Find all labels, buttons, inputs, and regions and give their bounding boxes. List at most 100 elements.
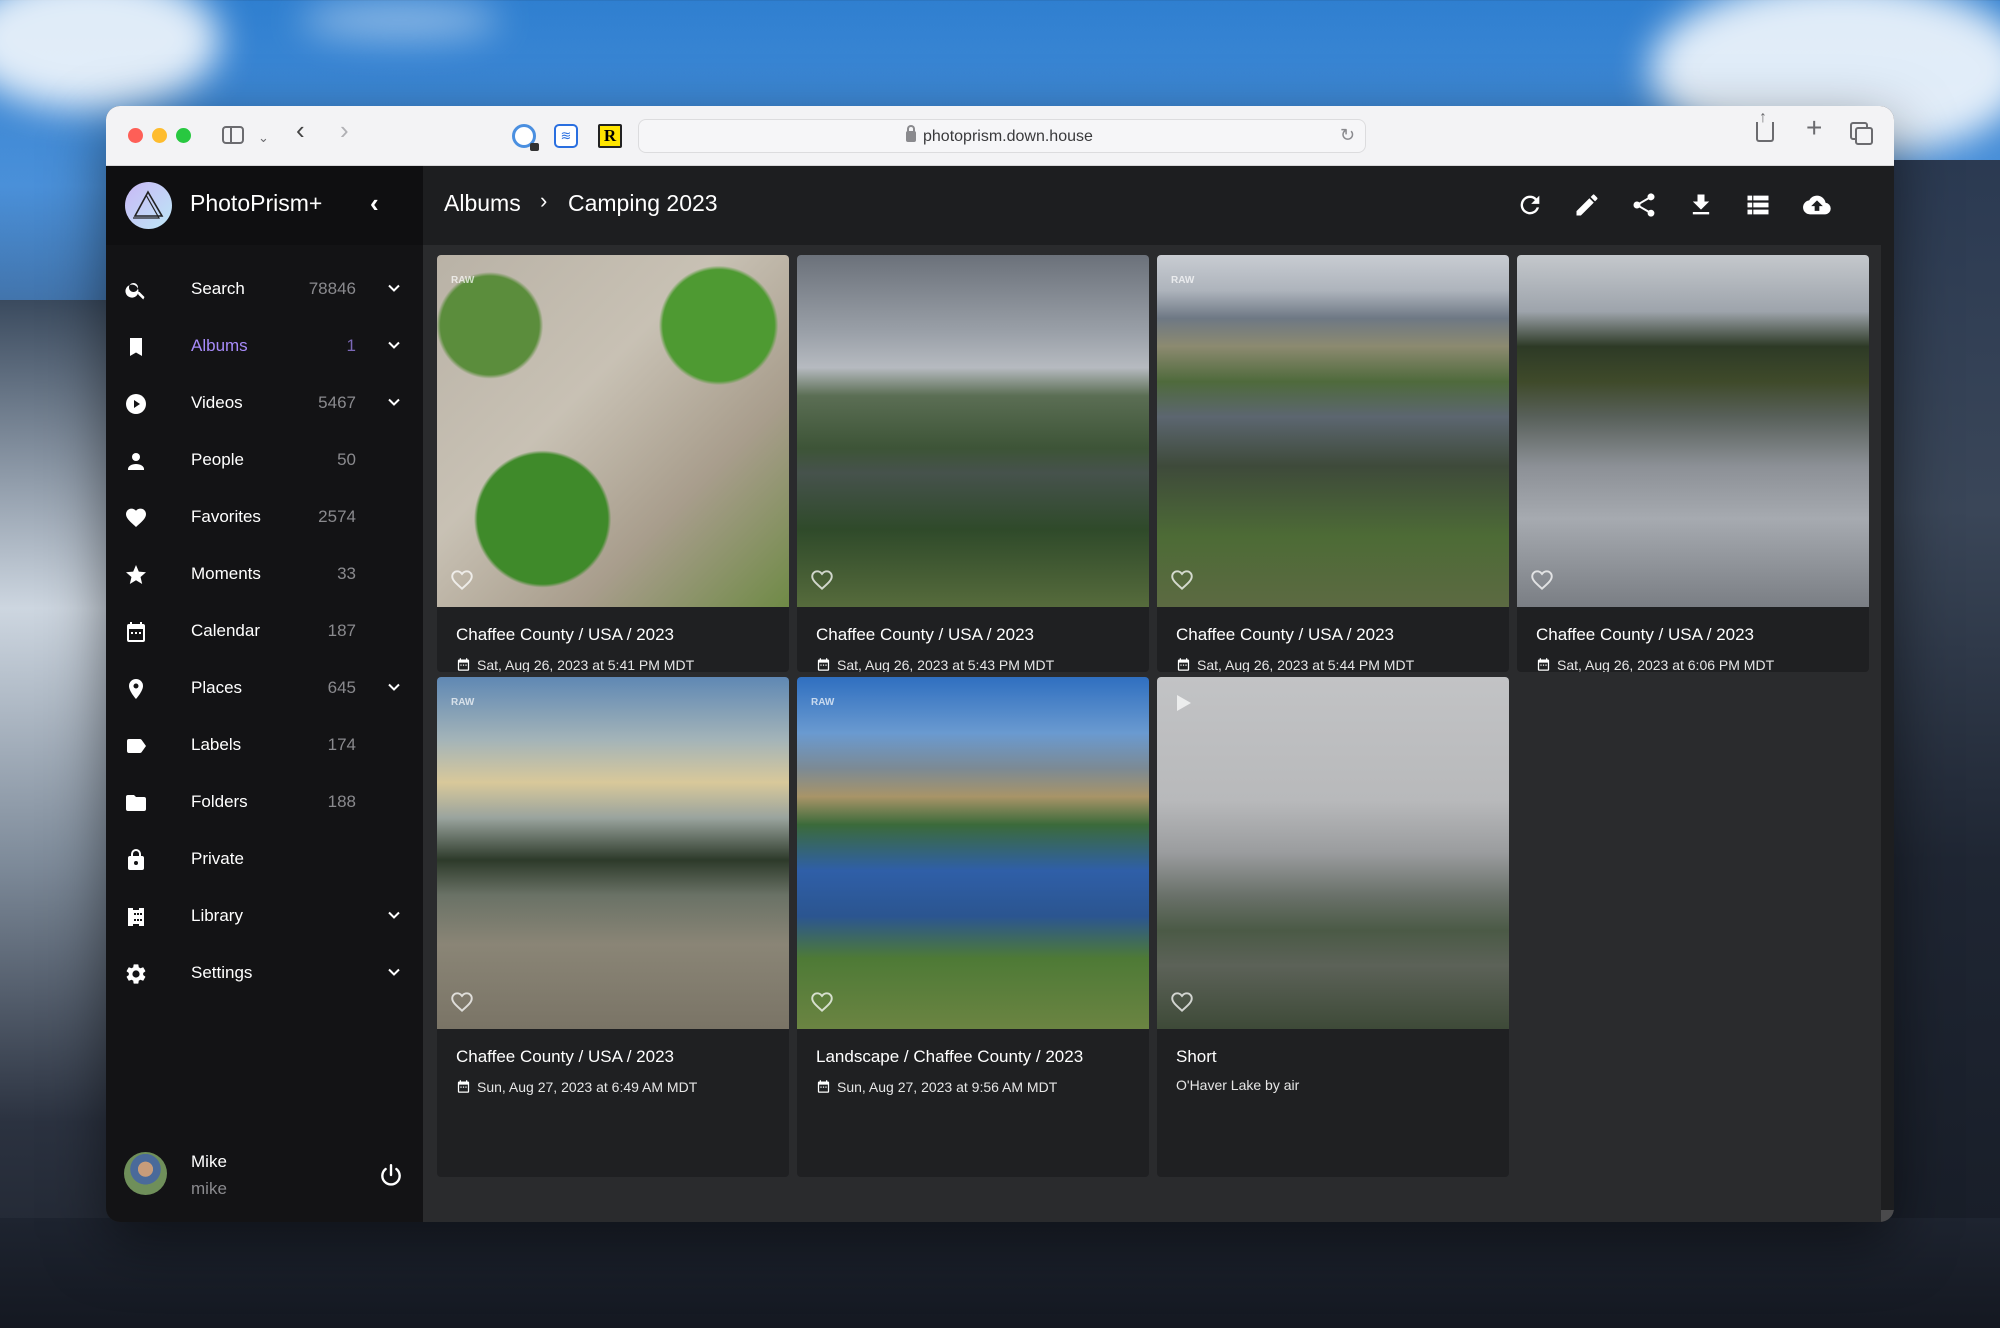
chevron-down-icon[interactable] xyxy=(384,677,404,697)
favorite-heart-icon[interactable] xyxy=(449,567,475,593)
scrollbar[interactable] xyxy=(1881,245,1894,1222)
photo-card[interactable]: RAW Chaffee County / USA / 2023 Sun, Aug 2… xyxy=(437,677,789,1177)
favorite-heart-icon[interactable] xyxy=(1169,989,1195,1015)
url-text[interactable]: photoprism.down.house xyxy=(923,128,1093,146)
share-icon[interactable] xyxy=(1756,108,1774,142)
sidebar-item-moments[interactable]: Moments 33 xyxy=(106,547,423,603)
play-icon[interactable] xyxy=(1177,695,1191,711)
photo-title[interactable]: Chaffee County / USA / 2023 xyxy=(1176,625,1497,645)
calendar-icon xyxy=(1537,658,1550,671)
raw-badge: RAW xyxy=(1171,275,1195,286)
sidebar-item-count: 188 xyxy=(327,792,356,811)
address-bar[interactable]: photoprism.down.house ↻ xyxy=(638,119,1366,153)
edit-icon[interactable] xyxy=(1573,191,1601,219)
sidebar-item-label: Labels xyxy=(191,735,242,754)
sidebar-item-labels[interactable]: Labels 174 xyxy=(106,718,423,774)
photo-title[interactable]: Chaffee County / USA / 2023 xyxy=(816,625,1137,645)
photo-thumbnail[interactable] xyxy=(1157,677,1509,1029)
collapse-sidebar-icon[interactable]: ‹ xyxy=(370,188,379,219)
sidebar-item-calendar[interactable]: Calendar 187 xyxy=(106,604,423,660)
sidebar-item-videos[interactable]: Videos 5467 xyxy=(106,376,423,432)
power-icon[interactable] xyxy=(378,1162,404,1188)
photo-card[interactable]: RAW Landscape / Chaffee County / 2023 Sun,… xyxy=(797,677,1149,1177)
readwise-icon[interactable]: R xyxy=(598,124,622,148)
chevron-down-icon[interactable] xyxy=(384,335,404,355)
label-icon xyxy=(124,734,148,758)
photo-title[interactable]: Landscape / Chaffee County / 2023 xyxy=(816,1047,1137,1067)
photo-title[interactable]: Chaffee County / USA / 2023 xyxy=(456,1047,777,1067)
photo-thumbnail[interactable] xyxy=(437,255,789,607)
todoist-icon[interactable]: ≋ xyxy=(554,124,578,148)
photo-date: Sat, Aug 26, 2023 at 5:41 PM MDT xyxy=(456,655,777,672)
place-icon xyxy=(124,677,148,701)
scrollbar-thumb[interactable] xyxy=(1881,1210,1894,1222)
favorite-heart-icon[interactable] xyxy=(1529,567,1555,593)
sidebar-item-search[interactable]: Search 78846 xyxy=(106,262,423,318)
avatar[interactable] xyxy=(124,1152,167,1195)
sidebar-item-count: 174 xyxy=(327,735,356,754)
photo-thumbnail[interactable] xyxy=(1157,255,1509,607)
sidebar-item-favorites[interactable]: Favorites 2574 xyxy=(106,490,423,546)
chevron-down-icon[interactable] xyxy=(384,905,404,925)
calendar-icon-glyph xyxy=(127,622,145,642)
sidebar-toggle-icon[interactable] xyxy=(222,126,244,144)
zoom-window-button[interactable] xyxy=(176,128,191,143)
sidebar-item-people[interactable]: People 50 xyxy=(106,433,423,489)
photo-thumbnail[interactable] xyxy=(1517,255,1869,607)
breadcrumb-albums[interactable]: Albums xyxy=(444,190,521,217)
sidebar-item-label: Settings xyxy=(191,963,253,982)
photo-thumbnail[interactable] xyxy=(797,255,1149,607)
share-icon[interactable] xyxy=(1630,191,1658,219)
favorite-heart-icon[interactable] xyxy=(809,989,835,1015)
chevron-down-glyph xyxy=(388,968,400,976)
list-view-icon[interactable] xyxy=(1744,191,1772,219)
photo-title[interactable]: Short xyxy=(1176,1047,1497,1067)
photo-thumbnail[interactable] xyxy=(437,677,789,1029)
photo-title[interactable]: Chaffee County / USA / 2023 xyxy=(1536,625,1857,645)
new-tab-icon[interactable]: + xyxy=(1806,114,1822,142)
chevron-down-icon[interactable] xyxy=(384,392,404,412)
sidebar-item-places[interactable]: Places 645 xyxy=(106,661,423,717)
sidebar-item-folders[interactable]: Folders 188 xyxy=(106,775,423,831)
sidebar-item-count: 33 xyxy=(337,564,356,583)
back-icon[interactable]: ‹ xyxy=(296,117,305,143)
photo-date-text: Sun, Aug 27, 2023 at 6:49 AM MDT xyxy=(477,1079,698,1095)
photo-title[interactable]: Chaffee County / USA / 2023 xyxy=(456,625,777,645)
photo-card[interactable]: RAW Chaffee County / USA / 2023 Sat, Aug 2… xyxy=(1157,255,1509,672)
reload-icon[interactable]: ↻ xyxy=(1340,125,1355,146)
refresh-icon[interactable] xyxy=(1516,191,1544,219)
favorite-heart-icon[interactable] xyxy=(809,567,835,593)
bookmark-icon-glyph xyxy=(130,338,142,356)
minimize-window-button[interactable] xyxy=(152,128,167,143)
raw-badge: RAW xyxy=(811,697,835,708)
onepassword-icon[interactable] xyxy=(512,124,539,151)
photo-thumbnail[interactable] xyxy=(797,677,1149,1029)
lock-icon-glyph xyxy=(128,849,144,870)
sidebar-item-albums[interactable]: Albums 1 xyxy=(106,319,423,375)
sidebar-item-private[interactable]: Private xyxy=(106,832,423,888)
upload-icon[interactable] xyxy=(1801,191,1833,219)
chevron-down-icon[interactable] xyxy=(384,278,404,298)
sidebar-item-library[interactable]: Library xyxy=(106,889,423,945)
photo-card[interactable]: Chaffee County / USA / 2023 Sat, Aug 26, … xyxy=(797,255,1149,672)
sidebar-item-settings[interactable]: Settings xyxy=(106,946,423,1002)
tab-overview-icon[interactable] xyxy=(1850,122,1873,145)
main-content: Albums › Camping 2023 RAWChaffee County xyxy=(423,166,1894,1222)
photo-card[interactable]: RAW Chaffee County / USA / 2023 Sat, Aug 2… xyxy=(437,255,789,672)
photo-description: O'Haver Lake by air xyxy=(1176,1077,1300,1093)
download-icon[interactable] xyxy=(1687,191,1715,219)
chevron-down-icon[interactable]: ⌄ xyxy=(258,128,269,148)
photo-card[interactable]: Short O'Haver Lake by air xyxy=(1157,677,1509,1177)
film-icon-glyph xyxy=(128,908,144,926)
photo-card[interactable]: Chaffee County / USA / 2023 Sat, Aug 26, … xyxy=(1517,255,1869,672)
favorite-heart-icon[interactable] xyxy=(449,989,475,1015)
background-mountain xyxy=(0,300,120,1328)
photo-date-text: Sat, Aug 26, 2023 at 5:41 PM MDT xyxy=(477,657,695,672)
user-panel: Mike mike xyxy=(106,1134,423,1222)
heart-icon xyxy=(124,506,148,530)
close-window-button[interactable] xyxy=(128,128,143,143)
photoprism-logo[interactable] xyxy=(125,182,172,229)
forward-icon[interactable]: › xyxy=(340,117,349,143)
chevron-down-icon[interactable] xyxy=(384,962,404,982)
favorite-heart-icon[interactable] xyxy=(1169,567,1195,593)
